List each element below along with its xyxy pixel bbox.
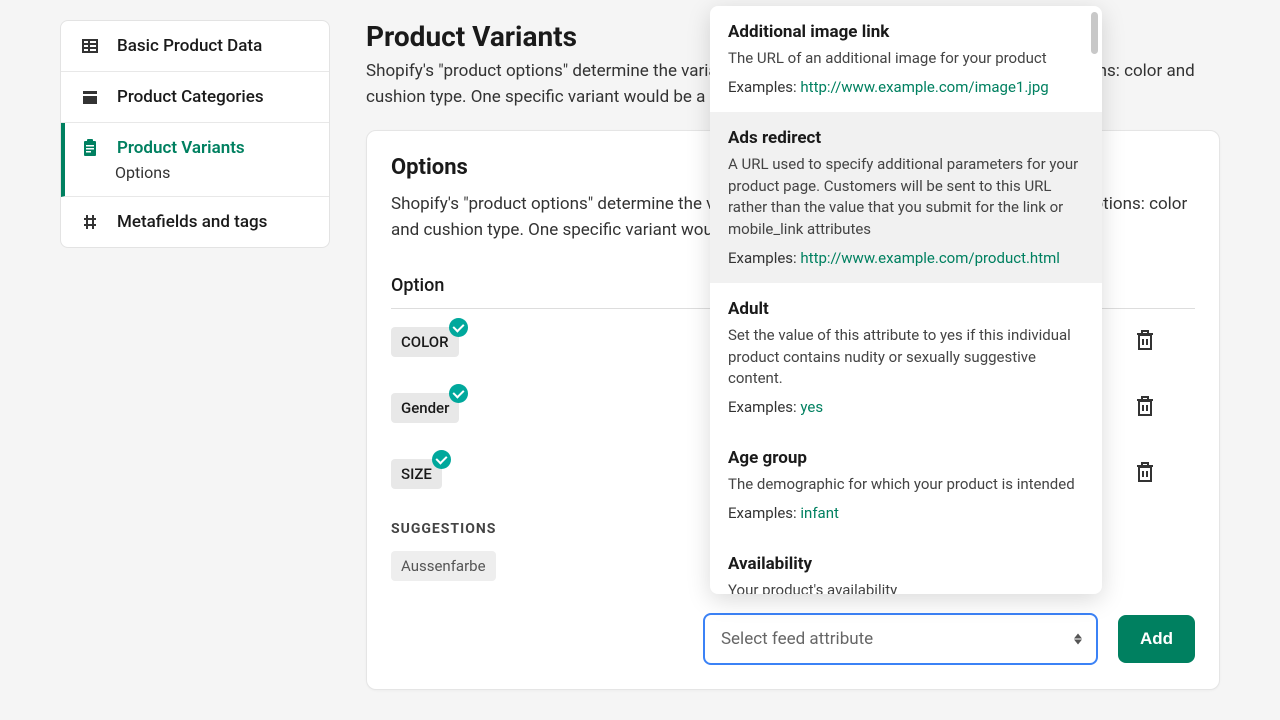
dropdown-item-title: Availability [728,554,1084,574]
nav-label: Metafields and tags [117,212,267,232]
feed-attribute-select[interactable]: Select feed attribute [703,613,1098,665]
list-icon [79,35,101,57]
dropdown-item[interactable]: Adult Set the value of this attribute to … [710,283,1102,432]
nav-basic-product-data[interactable]: Basic Product Data [61,21,329,72]
dropdown-item-desc: Your product's availability [728,580,1084,594]
nav-sublabel: Options [115,163,170,182]
dropdown-item-title: Ads redirect [728,128,1084,148]
attribute-dropdown: Additional image link The URL of an addit… [710,6,1102,594]
stack-icon [79,86,101,108]
dropdown-item-example: Examples: http://www.example.com/image1.… [728,78,1084,96]
sort-icon [1074,634,1082,645]
dropdown-item-title: Age group [728,448,1084,468]
main-content: Product Variants Shopify's "product opti… [366,20,1220,690]
check-icon [449,318,468,337]
nav-label: Basic Product Data [117,36,262,56]
dropdown-item-title: Additional image link [728,22,1084,42]
delete-button[interactable] [1135,468,1155,487]
dropdown-item[interactable]: AvailabilityYour product's availabilityE… [710,538,1102,594]
dropdown-item-title: Adult [728,299,1084,319]
dropdown-item-desc: A URL used to specify additional paramet… [728,154,1084,241]
delete-button[interactable] [1135,336,1155,355]
dropdown-item-desc: Set the value of this attribute to yes i… [728,325,1084,390]
nav-label: Product Variants [117,138,245,158]
add-button[interactable]: Add [1118,615,1195,663]
nav-product-categories[interactable]: Product Categories [61,72,329,123]
check-icon [449,384,468,403]
dropdown-item-desc: The URL of an additional image for your … [728,48,1084,70]
option-chip-size[interactable]: SIZE [391,459,442,489]
suggestion-chip[interactable]: Aussenfarbe [391,551,496,581]
dropdown-item-desc: The demographic for which your product i… [728,474,1084,496]
option-chip-gender[interactable]: Gender [391,393,459,423]
nav-metafields-tags[interactable]: Metafields and tags [61,197,329,247]
dropdown-item-example: Examples: http://www.example.com/product… [728,249,1084,267]
scrollbar[interactable] [1091,12,1098,54]
dropdown-item[interactable]: Additional image link The URL of an addit… [710,6,1102,112]
clipboard-icon [79,137,101,159]
delete-button[interactable] [1135,402,1155,421]
option-chip-color[interactable]: COLOR [391,327,459,357]
nav-product-variants[interactable]: Product Variants Options [61,123,329,197]
dropdown-item[interactable]: Ads redirect A URL used to specify additi… [710,112,1102,283]
dropdown-item-example: Examples: yes [728,398,1084,416]
sidebar: Basic Product Data Product Categories Pr… [60,20,330,248]
add-row: Select feed attribute Add [703,613,1195,665]
hash-icon [79,211,101,233]
dropdown-item-example: Examples: infant [728,504,1084,522]
check-icon [432,450,451,469]
nav-label: Product Categories [117,87,264,107]
dropdown-item[interactable]: Age group The demographic for which your … [710,432,1102,538]
